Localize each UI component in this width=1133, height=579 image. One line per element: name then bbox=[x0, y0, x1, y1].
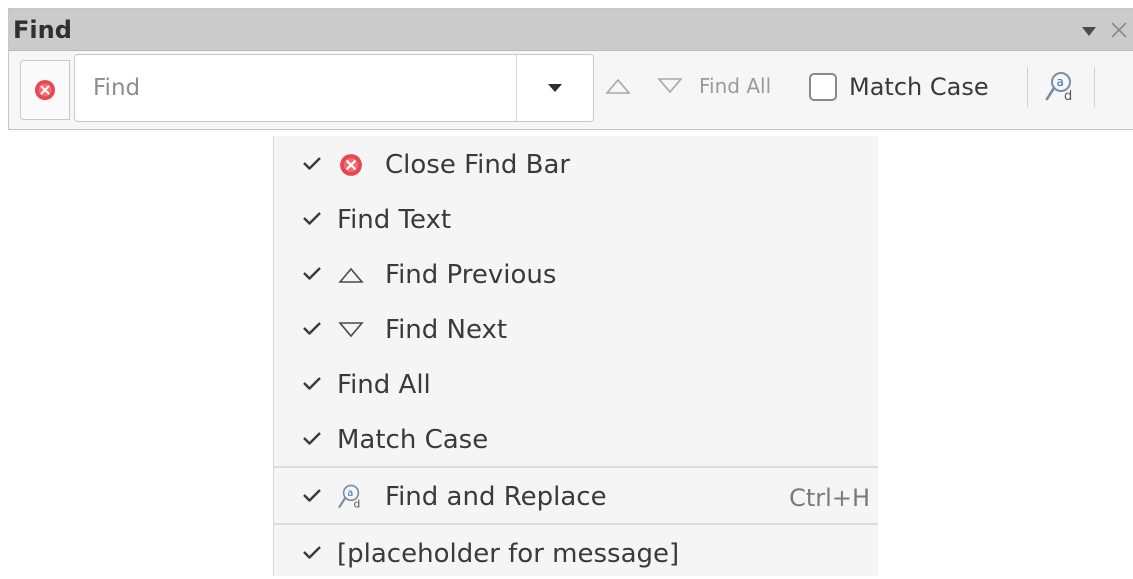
check-icon bbox=[302, 263, 322, 283]
close-find-bar-button[interactable] bbox=[20, 60, 70, 120]
check-icon bbox=[302, 318, 322, 338]
toolbar-title: Find bbox=[13, 16, 72, 44]
find-toolbar: Find Find All bbox=[8, 8, 1133, 130]
menu-item-find-and-replace[interactable]: a d Find and Replace Ctrl+H bbox=[274, 470, 878, 522]
find-combobox bbox=[74, 54, 594, 122]
toolbar-row: Find All Match Case a d bbox=[9, 51, 1133, 129]
svg-text:d: d bbox=[1064, 89, 1072, 104]
menu-item-label: [placeholder for message] bbox=[337, 539, 680, 569]
menu-item-close-find-bar[interactable]: Close Find Bar bbox=[274, 138, 878, 190]
menu-item-label: Match Case bbox=[337, 425, 489, 455]
find-next-button[interactable] bbox=[657, 77, 683, 95]
svg-text:a: a bbox=[347, 488, 353, 499]
toolbar-separator bbox=[1094, 67, 1095, 107]
menu-separator bbox=[274, 523, 878, 525]
triangle-down-icon bbox=[337, 316, 365, 344]
check-icon bbox=[302, 428, 322, 448]
triangle-up-icon bbox=[605, 78, 631, 94]
menu-item-label: Find Previous bbox=[385, 260, 557, 290]
find-replace-icon: a d bbox=[1045, 72, 1072, 104]
menu-item-find-previous[interactable]: Find Previous bbox=[274, 248, 878, 300]
check-icon bbox=[302, 485, 322, 505]
close-circle-icon bbox=[337, 151, 365, 179]
check-icon bbox=[302, 153, 322, 173]
match-case-toggle[interactable]: Match Case bbox=[809, 69, 989, 105]
check-icon bbox=[302, 373, 322, 393]
toolbar-options-icon[interactable] bbox=[1077, 19, 1101, 43]
find-input[interactable] bbox=[75, 55, 517, 121]
close-icon[interactable] bbox=[1106, 17, 1132, 43]
close-circle-icon bbox=[35, 80, 55, 100]
svg-text:a: a bbox=[1057, 75, 1064, 89]
menu-item-label: Find All bbox=[337, 370, 431, 400]
triangle-up-icon bbox=[337, 261, 365, 289]
menu-item-shortcut: Ctrl+H bbox=[789, 484, 870, 512]
match-case-checkbox[interactable] bbox=[809, 73, 837, 101]
chevron-down-icon bbox=[548, 84, 562, 92]
menu-item-placeholder-message[interactable]: [placeholder for message] bbox=[274, 527, 878, 579]
menu-item-find-next[interactable]: Find Next bbox=[274, 303, 878, 355]
check-icon bbox=[302, 542, 322, 562]
toolbar-separator bbox=[1027, 67, 1028, 107]
find-history-dropdown-button[interactable] bbox=[517, 55, 593, 121]
find-all-button[interactable]: Find All bbox=[699, 71, 771, 101]
menu-item-find-all[interactable]: Find All bbox=[274, 358, 878, 410]
toolbar-context-menu: Close Find Bar Find Text Find Previous F… bbox=[273, 136, 878, 576]
menu-item-label: Find Next bbox=[385, 315, 508, 345]
toolbar-titlebar[interactable]: Find bbox=[9, 9, 1133, 51]
menu-separator bbox=[274, 466, 878, 468]
menu-item-find-text[interactable]: Find Text bbox=[274, 193, 878, 245]
svg-text:d: d bbox=[353, 498, 360, 511]
triangle-down-icon bbox=[657, 78, 683, 94]
match-case-label: Match Case bbox=[849, 73, 989, 101]
menu-item-label: Find and Replace bbox=[385, 482, 607, 512]
find-and-replace-button[interactable]: a d bbox=[1044, 70, 1078, 104]
find-previous-button[interactable] bbox=[605, 77, 631, 95]
check-icon bbox=[302, 208, 322, 228]
menu-item-label: Find Text bbox=[337, 205, 452, 235]
find-replace-icon: a d bbox=[337, 483, 365, 511]
menu-item-match-case[interactable]: Match Case bbox=[274, 413, 878, 465]
menu-item-label: Close Find Bar bbox=[385, 150, 571, 180]
